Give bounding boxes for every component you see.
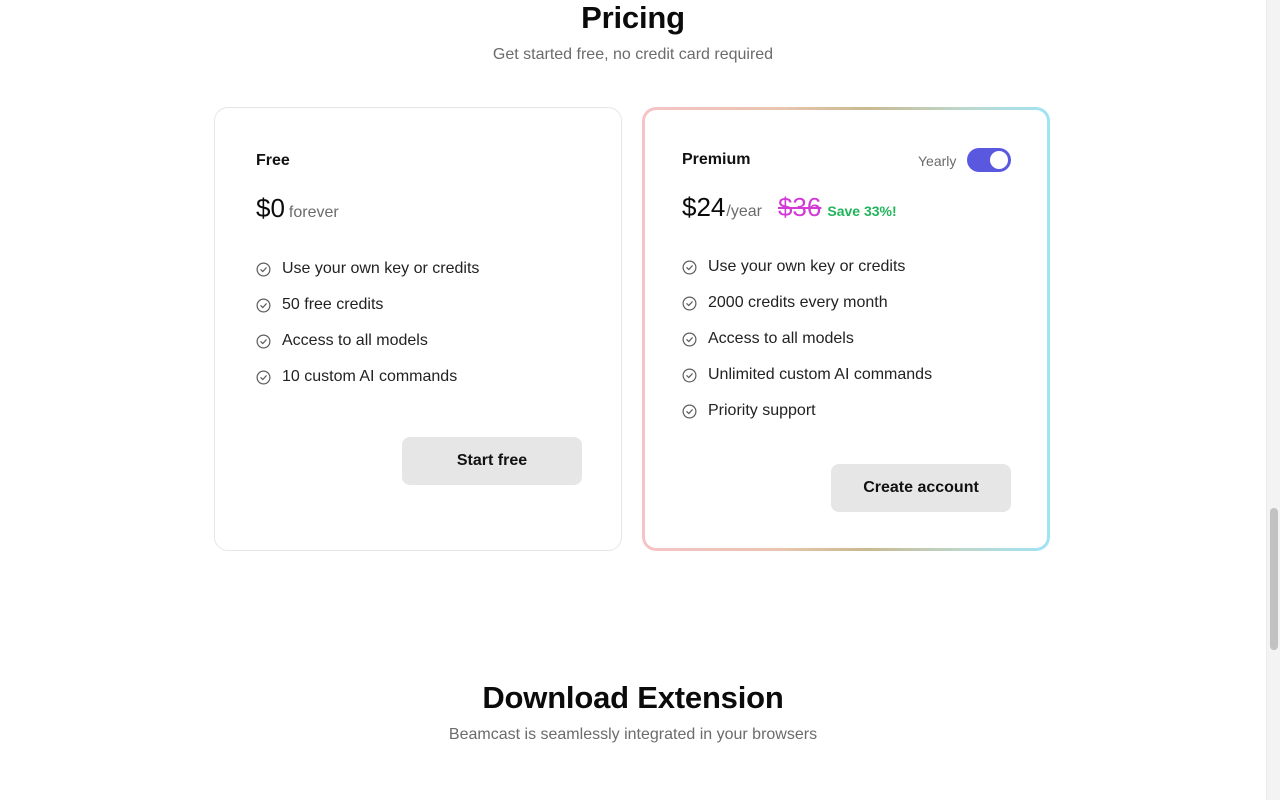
- feature-text: Unlimited custom AI commands: [708, 366, 933, 383]
- toggle-knob: [990, 151, 1008, 169]
- free-feature-list: Use your own key or credits 50 free cred…: [256, 251, 479, 395]
- feature-item: 10 custom AI commands: [256, 359, 479, 395]
- check-circle-icon: [256, 262, 271, 277]
- feature-item: Priority support: [682, 393, 932, 429]
- free-plan-price: $0 forever: [256, 193, 339, 224]
- premium-plan-name: Premium: [682, 151, 751, 168]
- premium-price-amount: $24: [682, 192, 726, 222]
- check-circle-icon: [682, 332, 697, 347]
- free-plan-card: Free $0 forever Use your own key or credi…: [214, 107, 622, 551]
- pricing-title: Pricing: [581, 0, 685, 35]
- billing-period-label: Yearly: [918, 153, 957, 169]
- check-circle-icon: [682, 404, 697, 419]
- feature-item: Use your own key or credits: [256, 251, 479, 287]
- discount-badge: Save 33%!: [827, 203, 897, 219]
- free-price-amount: $0: [256, 193, 285, 223]
- page-scrollbar[interactable]: [1266, 0, 1280, 800]
- feature-text: 50 free credits: [282, 296, 384, 313]
- download-title: Download Extension: [482, 680, 784, 715]
- free-plan-name: Free: [256, 152, 290, 169]
- check-circle-icon: [256, 334, 271, 349]
- pricing-subtitle: Get started free, no credit card require…: [492, 46, 774, 63]
- scrollbar-thumb[interactable]: [1270, 508, 1278, 650]
- check-circle-icon: [256, 370, 271, 385]
- feature-text: 10 custom AI commands: [282, 368, 458, 385]
- yearly-billing-toggle[interactable]: [967, 148, 1011, 172]
- feature-text: Access to all models: [708, 330, 854, 347]
- feature-item: Access to all models: [256, 323, 479, 359]
- check-circle-icon: [256, 298, 271, 313]
- original-price: $36: [777, 192, 822, 222]
- feature-item: Access to all models: [682, 321, 932, 357]
- premium-plan-card: Premium Yearly $24/year $36 Save 33%! Use …: [642, 107, 1050, 551]
- feature-item: Use your own key or credits: [682, 249, 932, 285]
- check-circle-icon: [682, 368, 697, 383]
- premium-price-unit: /year: [726, 203, 762, 220]
- feature-item: Unlimited custom AI commands: [682, 357, 932, 393]
- download-subtitle: Beamcast is seamlessly integrated in you…: [448, 726, 818, 743]
- premium-plan-price: $24/year $36 Save 33%!: [682, 192, 897, 223]
- feature-item: 2000 credits every month: [682, 285, 932, 321]
- page: Pricing Get started free, no credit card…: [0, 0, 1266, 800]
- premium-plan-inner: Premium Yearly $24/year $36 Save 33%! Use …: [645, 110, 1047, 548]
- start-free-button[interactable]: Start free: [402, 437, 582, 485]
- premium-feature-list: Use your own key or credits 2000 credits…: [682, 249, 932, 429]
- feature-text: Priority support: [708, 402, 816, 419]
- create-account-button[interactable]: Create account: [831, 464, 1011, 512]
- feature-text: Access to all models: [282, 332, 428, 349]
- check-circle-icon: [682, 260, 697, 275]
- feature-text: 2000 credits every month: [708, 294, 888, 311]
- feature-text: Use your own key or credits: [282, 260, 480, 277]
- free-price-unit: forever: [288, 204, 339, 221]
- feature-item: 50 free credits: [256, 287, 479, 323]
- check-circle-icon: [682, 296, 697, 311]
- feature-text: Use your own key or credits: [708, 258, 906, 275]
